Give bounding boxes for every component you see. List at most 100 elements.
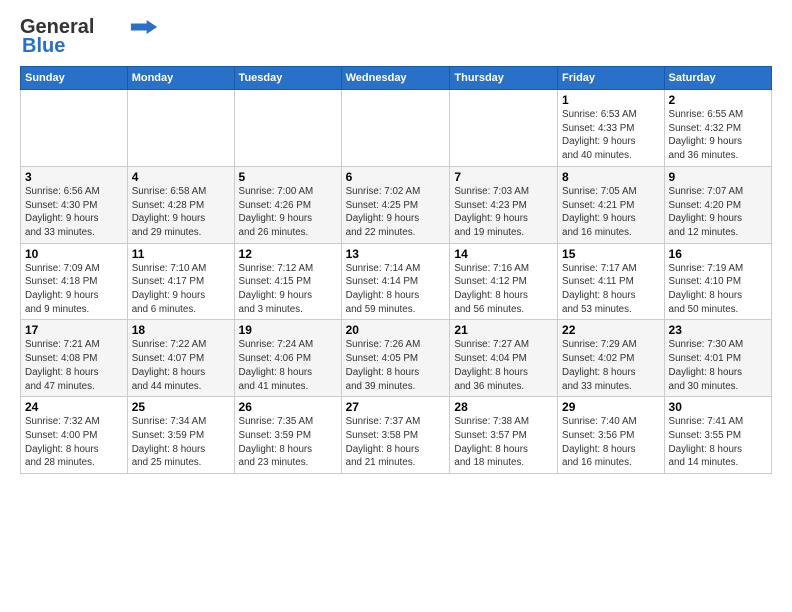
cell-info-text: Sunrise: 7:37 AM Sunset: 3:58 PM Dayligh…	[346, 415, 446, 470]
calendar-cell: 11Sunrise: 7:10 AM Sunset: 4:17 PM Dayli…	[127, 243, 234, 320]
page: General Blue SundayMondayTuesdayWednesda…	[0, 0, 792, 484]
cell-info-text: Sunrise: 7:35 AM Sunset: 3:59 PM Dayligh…	[239, 415, 337, 470]
cell-day-number: 28	[454, 400, 553, 414]
calendar-week-row: 24Sunrise: 7:32 AM Sunset: 4:00 PM Dayli…	[21, 397, 772, 474]
calendar-week-row: 3Sunrise: 6:56 AM Sunset: 4:30 PM Daylig…	[21, 166, 772, 243]
calendar-table: SundayMondayTuesdayWednesdayThursdayFrid…	[20, 66, 772, 474]
cell-info-text: Sunrise: 7:12 AM Sunset: 4:15 PM Dayligh…	[239, 262, 337, 317]
cell-day-number: 29	[562, 400, 660, 414]
calendar-cell: 29Sunrise: 7:40 AM Sunset: 3:56 PM Dayli…	[558, 397, 665, 474]
cell-day-number: 15	[562, 247, 660, 261]
cell-day-number: 30	[669, 400, 767, 414]
cell-day-number: 16	[669, 247, 767, 261]
calendar-week-row: 17Sunrise: 7:21 AM Sunset: 4:08 PM Dayli…	[21, 320, 772, 397]
calendar-col-header: Thursday	[450, 67, 558, 90]
calendar-cell: 13Sunrise: 7:14 AM Sunset: 4:14 PM Dayli…	[341, 243, 450, 320]
cell-day-number: 19	[239, 323, 337, 337]
calendar-week-row: 10Sunrise: 7:09 AM Sunset: 4:18 PM Dayli…	[21, 243, 772, 320]
calendar-cell	[341, 90, 450, 167]
cell-info-text: Sunrise: 7:16 AM Sunset: 4:12 PM Dayligh…	[454, 262, 553, 317]
cell-day-number: 10	[25, 247, 123, 261]
calendar-cell: 10Sunrise: 7:09 AM Sunset: 4:18 PM Dayli…	[21, 243, 128, 320]
cell-info-text: Sunrise: 7:03 AM Sunset: 4:23 PM Dayligh…	[454, 185, 553, 240]
calendar-cell: 23Sunrise: 7:30 AM Sunset: 4:01 PM Dayli…	[664, 320, 771, 397]
cell-info-text: Sunrise: 7:09 AM Sunset: 4:18 PM Dayligh…	[25, 262, 123, 317]
logo-blue: Blue	[22, 35, 65, 58]
cell-day-number: 20	[346, 323, 446, 337]
cell-day-number: 26	[239, 400, 337, 414]
calendar-col-header: Tuesday	[234, 67, 341, 90]
cell-day-number: 7	[454, 170, 553, 184]
calendar-cell: 12Sunrise: 7:12 AM Sunset: 4:15 PM Dayli…	[234, 243, 341, 320]
cell-info-text: Sunrise: 7:40 AM Sunset: 3:56 PM Dayligh…	[562, 415, 660, 470]
cell-info-text: Sunrise: 7:21 AM Sunset: 4:08 PM Dayligh…	[25, 338, 123, 393]
cell-day-number: 27	[346, 400, 446, 414]
cell-day-number: 18	[132, 323, 230, 337]
cell-info-text: Sunrise: 7:19 AM Sunset: 4:10 PM Dayligh…	[669, 262, 767, 317]
cell-day-number: 8	[562, 170, 660, 184]
calendar-week-row: 1Sunrise: 6:53 AM Sunset: 4:33 PM Daylig…	[21, 90, 772, 167]
cell-info-text: Sunrise: 7:07 AM Sunset: 4:20 PM Dayligh…	[669, 185, 767, 240]
calendar-cell: 30Sunrise: 7:41 AM Sunset: 3:55 PM Dayli…	[664, 397, 771, 474]
cell-day-number: 4	[132, 170, 230, 184]
calendar-col-header: Monday	[127, 67, 234, 90]
calendar-cell: 5Sunrise: 7:00 AM Sunset: 4:26 PM Daylig…	[234, 166, 341, 243]
calendar-cell: 15Sunrise: 7:17 AM Sunset: 4:11 PM Dayli…	[558, 243, 665, 320]
cell-day-number: 11	[132, 247, 230, 261]
calendar-cell: 19Sunrise: 7:24 AM Sunset: 4:06 PM Dayli…	[234, 320, 341, 397]
cell-info-text: Sunrise: 7:10 AM Sunset: 4:17 PM Dayligh…	[132, 262, 230, 317]
calendar-cell: 24Sunrise: 7:32 AM Sunset: 4:00 PM Dayli…	[21, 397, 128, 474]
cell-info-text: Sunrise: 7:14 AM Sunset: 4:14 PM Dayligh…	[346, 262, 446, 317]
calendar-cell	[21, 90, 128, 167]
cell-info-text: Sunrise: 7:22 AM Sunset: 4:07 PM Dayligh…	[132, 338, 230, 393]
cell-day-number: 5	[239, 170, 337, 184]
calendar-cell	[234, 90, 341, 167]
calendar-cell: 16Sunrise: 7:19 AM Sunset: 4:10 PM Dayli…	[664, 243, 771, 320]
cell-day-number: 17	[25, 323, 123, 337]
cell-day-number: 6	[346, 170, 446, 184]
calendar-cell: 4Sunrise: 6:58 AM Sunset: 4:28 PM Daylig…	[127, 166, 234, 243]
cell-info-text: Sunrise: 7:38 AM Sunset: 3:57 PM Dayligh…	[454, 415, 553, 470]
cell-day-number: 14	[454, 247, 553, 261]
cell-info-text: Sunrise: 7:24 AM Sunset: 4:06 PM Dayligh…	[239, 338, 337, 393]
logo-icon	[130, 20, 158, 34]
cell-day-number: 13	[346, 247, 446, 261]
cell-day-number: 2	[669, 93, 767, 107]
cell-day-number: 9	[669, 170, 767, 184]
cell-day-number: 25	[132, 400, 230, 414]
cell-day-number: 23	[669, 323, 767, 337]
calendar-cell: 6Sunrise: 7:02 AM Sunset: 4:25 PM Daylig…	[341, 166, 450, 243]
cell-info-text: Sunrise: 7:27 AM Sunset: 4:04 PM Dayligh…	[454, 338, 553, 393]
calendar-cell	[450, 90, 558, 167]
calendar-header-row: SundayMondayTuesdayWednesdayThursdayFrid…	[21, 67, 772, 90]
calendar-cell: 9Sunrise: 7:07 AM Sunset: 4:20 PM Daylig…	[664, 166, 771, 243]
cell-day-number: 22	[562, 323, 660, 337]
calendar-cell: 8Sunrise: 7:05 AM Sunset: 4:21 PM Daylig…	[558, 166, 665, 243]
cell-info-text: Sunrise: 6:56 AM Sunset: 4:30 PM Dayligh…	[25, 185, 123, 240]
header: General Blue	[20, 16, 772, 58]
cell-info-text: Sunrise: 6:58 AM Sunset: 4:28 PM Dayligh…	[132, 185, 230, 240]
calendar-cell: 27Sunrise: 7:37 AM Sunset: 3:58 PM Dayli…	[341, 397, 450, 474]
cell-info-text: Sunrise: 6:55 AM Sunset: 4:32 PM Dayligh…	[669, 108, 767, 163]
cell-info-text: Sunrise: 7:00 AM Sunset: 4:26 PM Dayligh…	[239, 185, 337, 240]
calendar-cell: 14Sunrise: 7:16 AM Sunset: 4:12 PM Dayli…	[450, 243, 558, 320]
cell-info-text: Sunrise: 7:41 AM Sunset: 3:55 PM Dayligh…	[669, 415, 767, 470]
cell-info-text: Sunrise: 6:53 AM Sunset: 4:33 PM Dayligh…	[562, 108, 660, 163]
calendar-col-header: Friday	[558, 67, 665, 90]
cell-day-number: 12	[239, 247, 337, 261]
cell-day-number: 1	[562, 93, 660, 107]
cell-day-number: 21	[454, 323, 553, 337]
calendar-cell: 7Sunrise: 7:03 AM Sunset: 4:23 PM Daylig…	[450, 166, 558, 243]
cell-info-text: Sunrise: 7:32 AM Sunset: 4:00 PM Dayligh…	[25, 415, 123, 470]
cell-info-text: Sunrise: 7:29 AM Sunset: 4:02 PM Dayligh…	[562, 338, 660, 393]
cell-info-text: Sunrise: 7:34 AM Sunset: 3:59 PM Dayligh…	[132, 415, 230, 470]
calendar-col-header: Wednesday	[341, 67, 450, 90]
calendar-cell: 28Sunrise: 7:38 AM Sunset: 3:57 PM Dayli…	[450, 397, 558, 474]
calendar-cell: 18Sunrise: 7:22 AM Sunset: 4:07 PM Dayli…	[127, 320, 234, 397]
cell-day-number: 3	[25, 170, 123, 184]
calendar-cell: 1Sunrise: 6:53 AM Sunset: 4:33 PM Daylig…	[558, 90, 665, 167]
calendar-cell: 17Sunrise: 7:21 AM Sunset: 4:08 PM Dayli…	[21, 320, 128, 397]
calendar-cell: 20Sunrise: 7:26 AM Sunset: 4:05 PM Dayli…	[341, 320, 450, 397]
calendar-cell: 3Sunrise: 6:56 AM Sunset: 4:30 PM Daylig…	[21, 166, 128, 243]
calendar-cell: 22Sunrise: 7:29 AM Sunset: 4:02 PM Dayli…	[558, 320, 665, 397]
